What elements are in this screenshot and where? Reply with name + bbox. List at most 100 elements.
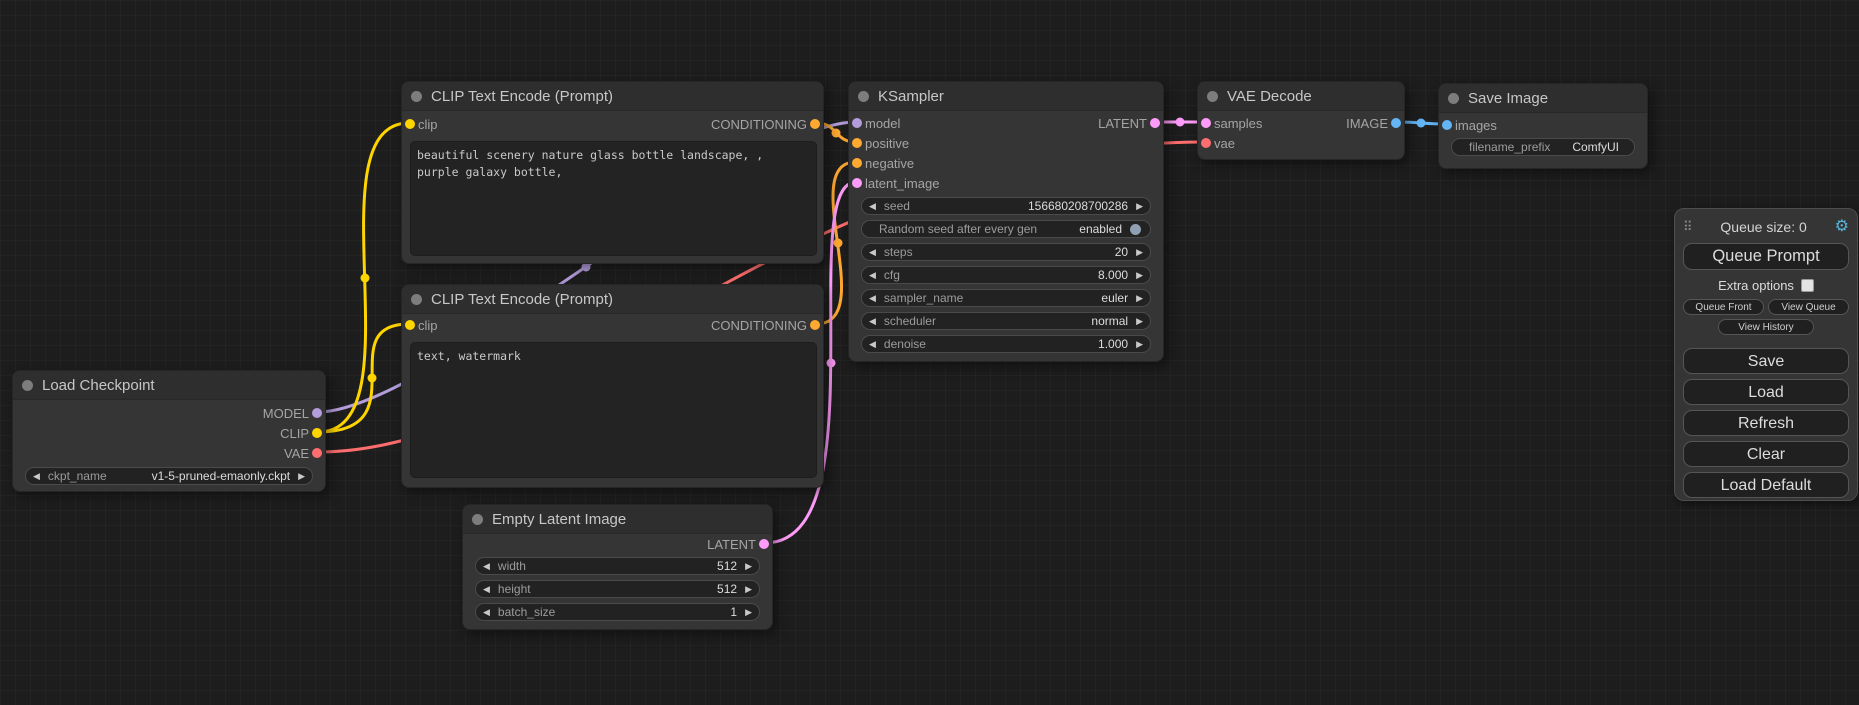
increment-arrow-icon[interactable]: ▶ [1136,340,1143,349]
latent-output-dot[interactable] [1150,118,1160,128]
widget-scheduler[interactable]: ◀ scheduler normal ▶ [861,312,1151,330]
decrement-arrow-icon[interactable]: ◀ [869,340,876,349]
increment-arrow-icon[interactable]: ▶ [1136,248,1143,257]
widget-cfg[interactable]: ◀ cfg 8.000 ▶ [861,266,1151,284]
conditioning-output-dot[interactable] [810,119,820,129]
output-slot-model[interactable]: MODEL [13,403,325,423]
settings-gear-icon[interactable]: ⚙ [1835,219,1849,235]
latent-image-input-dot[interactable] [852,178,862,188]
collapse-dot-icon[interactable] [1207,91,1218,102]
node-header[interactable]: Load Checkpoint [13,371,325,400]
model-input-dot[interactable] [852,118,862,128]
widget-filename-prefix[interactable]: filename_prefix ComfyUI [1451,138,1635,156]
samples-input-dot[interactable] [1201,118,1211,128]
view-queue-button[interactable]: View Queue [1768,299,1849,315]
refresh-button[interactable]: Refresh [1683,410,1849,436]
image-output-dot[interactable] [1391,118,1401,128]
collapse-dot-icon[interactable] [1448,93,1459,104]
queue-front-button[interactable]: Queue Front [1683,299,1764,315]
node-clip-text-encode-positive[interactable]: CLIP Text Encode (Prompt) clip CONDITION… [401,81,824,264]
increment-arrow-icon[interactable]: ▶ [1136,271,1143,280]
positive-prompt-textarea[interactable]: beautiful scenery nature glass bottle la… [410,141,817,256]
increment-arrow-icon[interactable]: ▶ [745,562,752,571]
slot-row[interactable]: samples IMAGE [1198,113,1404,133]
load-default-button[interactable]: Load Default [1683,472,1849,498]
decrement-arrow-icon[interactable]: ◀ [483,585,490,594]
positive-input-dot[interactable] [852,138,862,148]
model-output-dot[interactable] [312,408,322,418]
input-slot-negative[interactable]: negative [849,153,1163,173]
clip-input-dot[interactable] [405,119,415,129]
output-slot-clip[interactable]: CLIP [13,423,325,443]
input-slot-images[interactable]: images [1439,115,1647,135]
load-button[interactable]: Load [1683,379,1849,405]
vae-output-dot[interactable] [312,448,322,458]
next-arrow-icon[interactable]: ▶ [1136,294,1143,303]
collapse-dot-icon[interactable] [411,294,422,305]
output-slot-label: MODEL [263,406,309,421]
decrement-arrow-icon[interactable]: ◀ [483,562,490,571]
node-clip-text-encode-negative[interactable]: CLIP Text Encode (Prompt) clip CONDITION… [401,284,824,488]
queue-prompt-button[interactable]: Queue Prompt [1683,243,1849,270]
negative-prompt-textarea[interactable]: text, watermark [410,342,817,478]
node-header[interactable]: CLIP Text Encode (Prompt) [402,82,823,111]
slot-row[interactable]: model LATENT [849,113,1163,133]
extra-options-checkbox[interactable] [1801,279,1814,292]
input-slot-vae[interactable]: vae [1198,133,1404,153]
widget-height[interactable]: ◀ height 512 ▶ [475,580,760,598]
decrement-arrow-icon[interactable]: ◀ [483,608,490,617]
node-header[interactable]: CLIP Text Encode (Prompt) [402,285,823,314]
toggle-dot-icon[interactable] [1130,224,1141,235]
increment-arrow-icon[interactable]: ▶ [1136,202,1143,211]
latent-output-dot[interactable] [759,539,769,549]
collapse-dot-icon[interactable] [472,514,483,525]
clip-input-dot[interactable] [405,320,415,330]
widget-batch-size[interactable]: ◀ batch_size 1 ▶ [475,603,760,621]
output-slot-latent[interactable]: LATENT [463,534,772,554]
drag-handle-icon[interactable]: ⠿ [1683,219,1693,235]
prev-arrow-icon[interactable]: ◀ [869,317,876,326]
node-load-checkpoint[interactable]: Load Checkpoint MODEL CLIP VAE ◀ ckpt_na… [12,370,326,492]
vae-input-dot[interactable] [1201,138,1211,148]
clear-button[interactable]: Clear [1683,441,1849,467]
prev-arrow-icon[interactable]: ◀ [869,294,876,303]
save-button[interactable]: Save [1683,348,1849,374]
slot-row[interactable]: clip CONDITIONING [402,314,823,336]
output-slot-vae[interactable]: VAE [13,443,325,463]
negative-input-dot[interactable] [852,158,862,168]
node-header[interactable]: KSampler [849,82,1163,111]
node-vae-decode[interactable]: VAE Decode samples IMAGE vae [1197,81,1405,160]
conditioning-output-dot[interactable] [810,320,820,330]
collapse-dot-icon[interactable] [858,91,869,102]
widget-random-seed-toggle[interactable]: Random seed after every gen enabled [861,220,1151,238]
input-slot-positive[interactable]: positive [849,133,1163,153]
node-header[interactable]: Save Image [1439,84,1647,113]
next-arrow-icon[interactable]: ▶ [1136,317,1143,326]
view-history-button[interactable]: View History [1718,319,1814,335]
node-header[interactable]: Empty Latent Image [463,505,772,534]
decrement-arrow-icon[interactable]: ◀ [869,248,876,257]
increment-arrow-icon[interactable]: ▶ [745,608,752,617]
images-input-dot[interactable] [1442,120,1452,130]
increment-arrow-icon[interactable]: ▶ [745,585,752,594]
widget-ckpt-name[interactable]: ◀ ckpt_name v1-5-pruned-emaonly.ckpt ▶ [25,467,313,485]
collapse-dot-icon[interactable] [22,380,33,391]
next-arrow-icon[interactable]: ▶ [298,472,305,481]
prev-arrow-icon[interactable]: ◀ [33,472,40,481]
collapse-dot-icon[interactable] [411,91,422,102]
decrement-arrow-icon[interactable]: ◀ [869,202,876,211]
node-ksampler[interactable]: KSampler model LATENT positive negative … [848,81,1164,362]
node-empty-latent-image[interactable]: Empty Latent Image LATENT ◀ width 512 ▶ … [462,504,773,630]
widget-seed[interactable]: ◀ seed 156680208700286 ▶ [861,197,1151,215]
node-save-image[interactable]: Save Image images filename_prefix ComfyU… [1438,83,1648,169]
input-slot-latent-image[interactable]: latent_image [849,173,1163,193]
node-graph-canvas[interactable]: Load Checkpoint MODEL CLIP VAE ◀ ckpt_na… [0,0,1859,705]
slot-row[interactable]: clip CONDITIONING [402,113,823,135]
widget-steps[interactable]: ◀ steps 20 ▶ [861,243,1151,261]
node-header[interactable]: VAE Decode [1198,82,1404,111]
widget-width[interactable]: ◀ width 512 ▶ [475,557,760,575]
clip-output-dot[interactable] [312,428,322,438]
widget-sampler-name[interactable]: ◀ sampler_name euler ▶ [861,289,1151,307]
decrement-arrow-icon[interactable]: ◀ [869,271,876,280]
widget-denoise[interactable]: ◀ denoise 1.000 ▶ [861,335,1151,353]
